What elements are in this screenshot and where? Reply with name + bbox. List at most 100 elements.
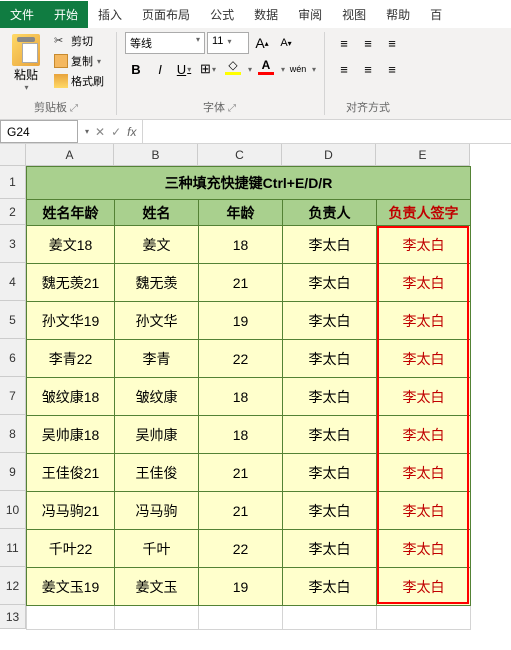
data-cell[interactable]: 李太白 xyxy=(283,340,377,378)
fill-color-button[interactable]: ◇ xyxy=(221,58,245,80)
data-cell[interactable]: 李太白 xyxy=(283,264,377,302)
data-cell[interactable]: 18 xyxy=(199,378,283,416)
decrease-font-button[interactable]: A▾ xyxy=(275,32,297,54)
data-cell[interactable]: 李太白 xyxy=(377,302,471,340)
column-header-D[interactable]: D xyxy=(282,144,376,166)
data-cell[interactable]: 李太白 xyxy=(283,492,377,530)
row-header-13[interactable]: 13 xyxy=(0,605,26,629)
column-header-A[interactable]: A xyxy=(26,144,114,166)
align-top-button[interactable]: ≡ xyxy=(333,32,355,54)
row-header-1[interactable]: 1 xyxy=(0,166,26,199)
increase-font-button[interactable]: A▴ xyxy=(251,32,273,54)
column-header-E[interactable]: E xyxy=(376,144,470,166)
data-cell[interactable]: 孙文华19 xyxy=(27,302,115,340)
data-cell[interactable]: 吴帅康18 xyxy=(27,416,115,454)
row-header-5[interactable]: 5 xyxy=(0,301,26,339)
tab-page-layout[interactable]: 页面布局 xyxy=(132,1,200,28)
align-middle-button[interactable]: ≡ xyxy=(357,32,379,54)
tab-insert[interactable]: 插入 xyxy=(88,1,132,28)
align-left-button[interactable]: ≡ xyxy=(333,58,355,80)
align-right-button[interactable]: ≡ xyxy=(381,58,403,80)
cut-button[interactable]: ✂剪切 xyxy=(50,32,108,50)
align-center-button[interactable]: ≡ xyxy=(357,58,379,80)
font-color-button[interactable]: A xyxy=(254,58,278,80)
underline-button[interactable]: U▾ xyxy=(173,58,195,80)
data-cell[interactable]: 李太白 xyxy=(377,492,471,530)
formula-bar[interactable] xyxy=(142,120,511,143)
data-cell[interactable]: 冯马驹 xyxy=(115,492,199,530)
data-cell[interactable]: 李太白 xyxy=(377,340,471,378)
column-header-B[interactable]: B xyxy=(114,144,198,166)
tab-data[interactable]: 数据 xyxy=(244,1,288,28)
data-cell[interactable]: 千叶22 xyxy=(27,530,115,568)
data-cell[interactable]: 皱纹康 xyxy=(115,378,199,416)
data-cell[interactable]: 李太白 xyxy=(377,530,471,568)
data-cell[interactable]: 李太白 xyxy=(377,378,471,416)
dialog-launcher-icon[interactable]: ⤢ xyxy=(70,103,80,114)
data-cell[interactable]: 19 xyxy=(199,568,283,606)
data-cell[interactable]: 21 xyxy=(199,492,283,530)
title-cell[interactable]: 三种填充快捷键Ctrl+E/D/R xyxy=(27,167,471,200)
column-header-C[interactable]: C xyxy=(198,144,282,166)
empty-cell[interactable] xyxy=(27,606,115,630)
tab-file[interactable]: 文件 xyxy=(0,1,44,28)
empty-cell[interactable] xyxy=(115,606,199,630)
data-cell[interactable]: 冯马驹21 xyxy=(27,492,115,530)
select-all-corner[interactable] xyxy=(0,144,26,166)
data-cell[interactable]: 李太白 xyxy=(283,530,377,568)
data-cell[interactable]: 22 xyxy=(199,340,283,378)
data-cell[interactable]: 皱纹康18 xyxy=(27,378,115,416)
data-cell[interactable]: 魏无羡 xyxy=(115,264,199,302)
name-box[interactable] xyxy=(0,120,78,143)
bold-button[interactable]: B xyxy=(125,58,147,80)
tab-baidu[interactable]: 百 xyxy=(420,1,452,28)
data-cell[interactable]: 孙文华 xyxy=(115,302,199,340)
dropdown-icon[interactable]: ▾ xyxy=(85,127,89,136)
empty-cell[interactable] xyxy=(377,606,471,630)
data-cell[interactable]: 姜文玉 xyxy=(115,568,199,606)
data-cell[interactable]: 李太白 xyxy=(377,416,471,454)
row-header-10[interactable]: 10 xyxy=(0,491,26,529)
data-cell[interactable]: 21 xyxy=(199,454,283,492)
data-cell[interactable]: 魏无羡21 xyxy=(27,264,115,302)
data-cell[interactable]: 李青22 xyxy=(27,340,115,378)
data-cell[interactable]: 李太白 xyxy=(377,568,471,606)
tab-formulas[interactable]: 公式 xyxy=(200,1,244,28)
italic-button[interactable]: I xyxy=(149,58,171,80)
row-header-7[interactable]: 7 xyxy=(0,377,26,415)
format-painter-button[interactable]: 格式刷 xyxy=(50,72,108,90)
tab-help[interactable]: 帮助 xyxy=(376,1,420,28)
data-cell[interactable]: 李太白 xyxy=(377,454,471,492)
data-cell[interactable]: 18 xyxy=(199,416,283,454)
row-header-3[interactable]: 3 xyxy=(0,225,26,263)
data-cell[interactable]: 王佳俊21 xyxy=(27,454,115,492)
tab-home[interactable]: 开始 xyxy=(44,1,88,28)
data-cell[interactable]: 吴帅康 xyxy=(115,416,199,454)
data-cell[interactable]: 姜文18 xyxy=(27,226,115,264)
fx-icon[interactable]: fx xyxy=(127,125,136,139)
data-cell[interactable]: 姜文 xyxy=(115,226,199,264)
font-size-select[interactable]: 11 ▾ xyxy=(207,32,249,54)
row-header-4[interactable]: 4 xyxy=(0,263,26,301)
font-name-select[interactable]: 等线 ▾ xyxy=(125,32,205,54)
data-table[interactable]: 三种填充快捷键Ctrl+E/D/R姓名年龄姓名年龄负责人负责人签字姜文18姜文1… xyxy=(26,166,471,630)
data-cell[interactable]: 李太白 xyxy=(377,264,471,302)
data-cell[interactable]: 李太白 xyxy=(283,226,377,264)
data-cell[interactable]: 千叶 xyxy=(115,530,199,568)
data-cell[interactable]: 王佳俊 xyxy=(115,454,199,492)
data-cell[interactable]: 22 xyxy=(199,530,283,568)
row-header-8[interactable]: 8 xyxy=(0,415,26,453)
tab-review[interactable]: 审阅 xyxy=(288,1,332,28)
empty-cell[interactable] xyxy=(283,606,377,630)
empty-cell[interactable] xyxy=(199,606,283,630)
data-cell[interactable]: 李太白 xyxy=(283,454,377,492)
row-header-6[interactable]: 6 xyxy=(0,339,26,377)
row-header-12[interactable]: 12 xyxy=(0,567,26,605)
data-cell[interactable]: 姜文玉19 xyxy=(27,568,115,606)
tab-view[interactable]: 视图 xyxy=(332,1,376,28)
header-cell[interactable]: 姓名年龄 xyxy=(27,200,115,226)
paste-button[interactable]: 粘贴 ▾ xyxy=(6,32,46,94)
confirm-icon[interactable]: ✓ xyxy=(111,125,121,139)
row-header-2[interactable]: 2 xyxy=(0,199,26,225)
align-bottom-button[interactable]: ≡ xyxy=(381,32,403,54)
